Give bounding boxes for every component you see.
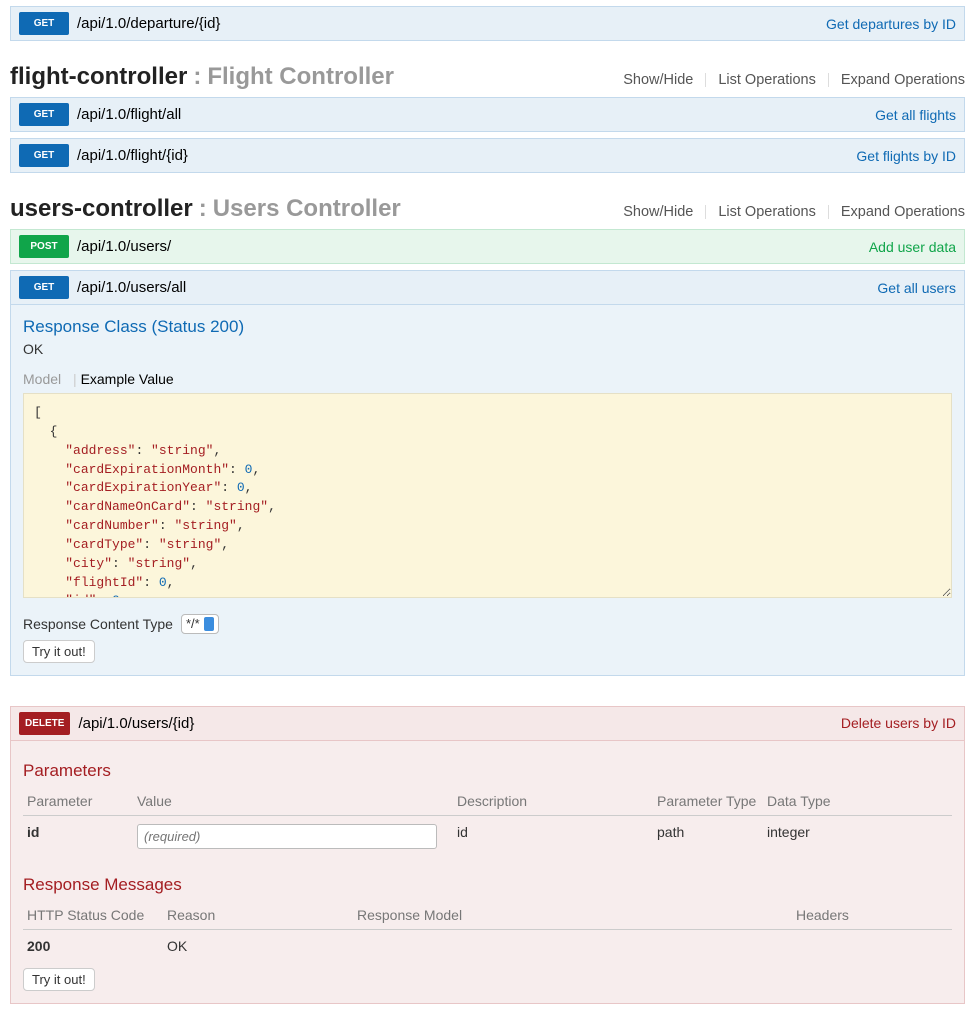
endpoint-path: /api/1.0/flight/{id} (77, 147, 188, 164)
parameters-table: Parameter Value Description Parameter Ty… (23, 787, 952, 857)
controller-name[interactable]: flight-controller (10, 63, 187, 91)
param-type: path (653, 815, 763, 857)
resp-code: 200 (23, 929, 163, 962)
schema-tabs: Model | Example Value (23, 371, 952, 387)
param-data-type: integer (763, 815, 952, 857)
response-class-heading: Response Class (Status 200) (23, 317, 952, 337)
endpoint-path: /api/1.0/departure/{id} (77, 15, 220, 32)
method-badge-post: POST (19, 235, 69, 258)
link-list-operations[interactable]: List Operations (718, 204, 816, 220)
try-it-out-button[interactable]: Try it out! (23, 640, 95, 663)
th-parameter-type: Parameter Type (653, 787, 763, 816)
table-row: 200 OK (23, 929, 952, 962)
endpoint-path: /api/1.0/flight/all (77, 106, 181, 123)
tab-model[interactable]: Model (23, 371, 61, 387)
method-badge-get: GET (19, 144, 69, 167)
param-name: id (23, 815, 133, 857)
endpoint-path: /api/1.0/users/ (77, 238, 171, 255)
method-badge-get: GET (19, 103, 69, 126)
resp-reason: OK (163, 929, 353, 962)
th-data-type: Data Type (763, 787, 952, 816)
controller-separator: : (199, 195, 207, 223)
th-response-model: Response Model (353, 901, 792, 930)
divider (828, 205, 829, 219)
th-value: Value (133, 787, 453, 816)
method-badge-get: GET (19, 276, 69, 299)
try-it-out-button[interactable]: Try it out! (23, 968, 95, 991)
response-content-type-select[interactable]: */* (181, 614, 219, 634)
op-users-post[interactable]: POST /api/1.0/users/ Add user data (10, 229, 965, 264)
endpoint-path: /api/1.0/users/all (77, 279, 186, 296)
op-flight-id-get[interactable]: GET /api/1.0/flight/{id} Get flights by … (10, 138, 965, 173)
response-status-text: OK (23, 341, 952, 357)
param-description: id (453, 815, 653, 857)
endpoint-path: /api/1.0/users/{id} (78, 715, 194, 732)
response-content-type-label: Response Content Type (23, 616, 173, 632)
link-expand-operations[interactable]: Expand Operations (841, 204, 965, 220)
table-header-row: Parameter Value Description Parameter Ty… (23, 787, 952, 816)
endpoint-summary: Add user data (869, 239, 956, 255)
th-reason: Reason (163, 901, 353, 930)
endpoint-summary: Get all users (877, 280, 956, 296)
controller-heading-users: users-controller : Users Controller Show… (10, 195, 965, 223)
th-headers: Headers (792, 901, 952, 930)
divider (828, 73, 829, 87)
response-messages-table: HTTP Status Code Reason Response Model H… (23, 901, 952, 962)
table-row: id id path integer (23, 815, 952, 857)
op-users-id-delete[interactable]: DELETE /api/1.0/users/{id} Delete users … (10, 706, 965, 741)
table-header-row: HTTP Status Code Reason Response Model H… (23, 901, 952, 930)
op-users-all-panel: Response Class (Status 200) OK Model | E… (10, 305, 965, 676)
divider (705, 73, 706, 87)
example-json-block[interactable]: [ { "address": "string", "cardExpiration… (23, 393, 952, 598)
endpoint-summary: Get all flights (875, 107, 956, 123)
divider (705, 205, 706, 219)
controller-name[interactable]: users-controller (10, 195, 193, 223)
endpoint-summary: Get flights by ID (856, 148, 956, 164)
param-value-input[interactable] (137, 824, 437, 849)
controller-links: Show/Hide List Operations Expand Operati… (623, 72, 965, 88)
parameters-heading: Parameters (23, 761, 952, 781)
op-departure-get[interactable]: GET /api/1.0/departure/{id} Get departur… (10, 6, 965, 41)
method-badge-get: GET (19, 12, 69, 35)
op-flight-all-get[interactable]: GET /api/1.0/flight/all Get all flights (10, 97, 965, 132)
method-badge-delete: DELETE (19, 712, 70, 735)
link-list-operations[interactable]: List Operations (718, 72, 816, 88)
link-show-hide[interactable]: Show/Hide (623, 72, 693, 88)
link-expand-operations[interactable]: Expand Operations (841, 72, 965, 88)
controller-desc: Flight Controller (207, 63, 394, 91)
controller-heading-flight: flight-controller : Flight Controller Sh… (10, 63, 965, 91)
controller-separator: : (193, 63, 201, 91)
controller-desc: Users Controller (213, 195, 401, 223)
th-status-code: HTTP Status Code (23, 901, 163, 930)
endpoint-summary: Delete users by ID (841, 715, 956, 731)
endpoint-summary: Get departures by ID (826, 16, 956, 32)
tab-example-value[interactable]: Example Value (81, 371, 174, 387)
op-users-all-get[interactable]: GET /api/1.0/users/all Get all users (10, 270, 965, 305)
controller-links: Show/Hide List Operations Expand Operati… (623, 204, 965, 220)
th-description: Description (453, 787, 653, 816)
link-show-hide[interactable]: Show/Hide (623, 204, 693, 220)
response-messages-heading: Response Messages (23, 875, 952, 895)
th-parameter: Parameter (23, 787, 133, 816)
op-users-id-delete-panel: Parameters Parameter Value Description P… (10, 741, 965, 1004)
